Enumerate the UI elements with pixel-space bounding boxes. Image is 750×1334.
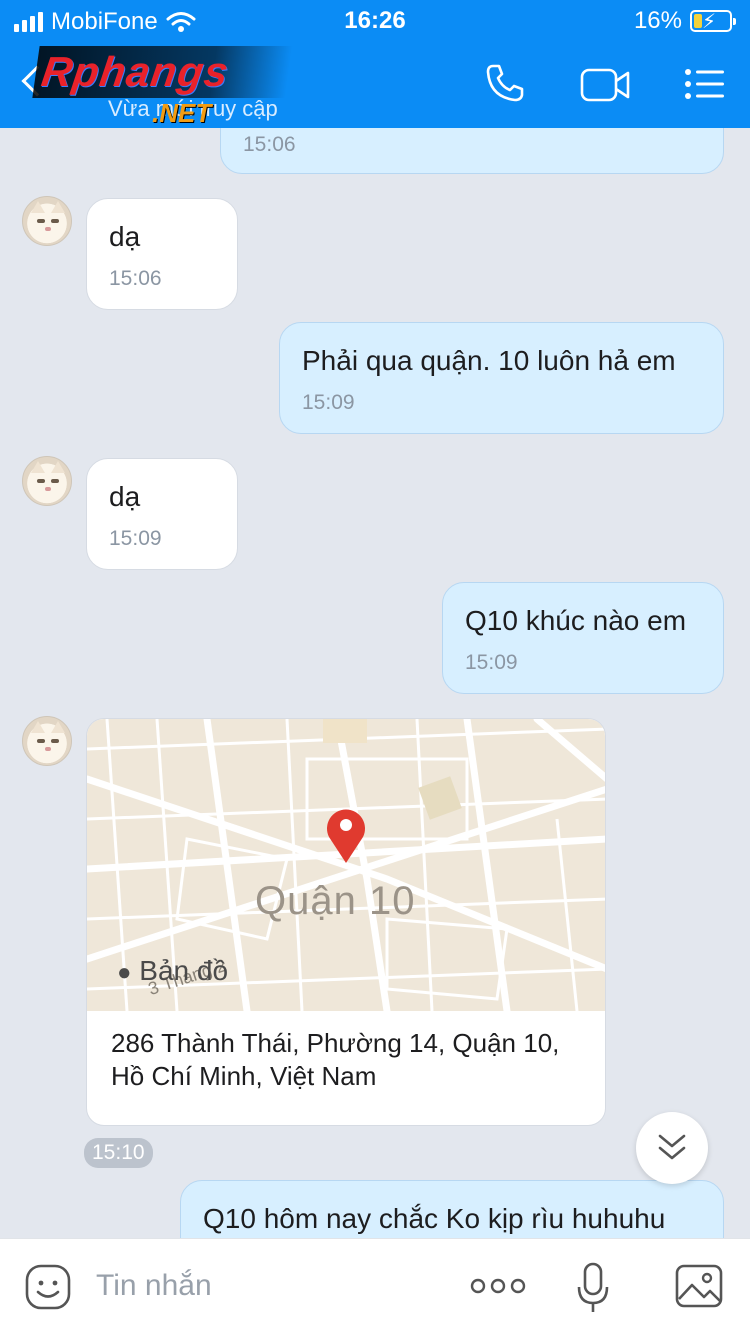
double-chevron-down-icon: [658, 1134, 686, 1160]
status-right: 16% ⚡: [633, 7, 736, 35]
battery-percent: 16%: [633, 7, 682, 34]
menu-list-icon[interactable]: [684, 68, 726, 100]
message-time: 15:06: [109, 267, 162, 290]
scroll-to-bottom-button[interactable]: [636, 1112, 708, 1184]
composer-bar: Tin nhắn: [0, 1238, 750, 1334]
message-text: Phải qua quận. 10 luôn hả em: [302, 345, 676, 376]
message-time-badge: 15:10: [84, 1138, 153, 1168]
message-time: 15:09: [302, 391, 355, 414]
phone-icon[interactable]: [484, 62, 526, 104]
avatar[interactable]: [22, 716, 72, 766]
message-bubble-out[interactable]: Phải qua quận. 10 luôn hả em 15:09: [279, 322, 724, 434]
chat-header: MobiFone 16:26 16% ⚡ Rphangs Vừa mới tru…: [0, 0, 750, 128]
message-text: Q10 hôm nay chắc Ko kịp rìu huhuhu: [203, 1203, 666, 1234]
message-input[interactable]: Tin nhắn: [96, 1269, 212, 1303]
logo-suffix: .NET: [152, 98, 212, 128]
image-icon[interactable]: [674, 1263, 724, 1314]
map-district-label: Quận 10: [255, 879, 416, 923]
location-pin-icon: [327, 809, 365, 863]
battery-icon: ⚡: [690, 10, 736, 33]
video-camera-icon[interactable]: [580, 66, 632, 104]
message-bubble-out[interactable]: Q10 khúc nào em 15:09: [442, 582, 724, 694]
status-bar: MobiFone 16:26 16% ⚡: [0, 0, 750, 40]
message-bubble-in[interactable]: dạ 15:06: [86, 198, 238, 310]
message-list[interactable]: 15:06 dạ 15:06 Phải qua quận. 10 luôn hả…: [0, 128, 750, 1238]
message-bubble-out[interactable]: Q10 hôm nay chắc Ko kịp rìu huhuhu: [180, 1180, 724, 1238]
location-card[interactable]: Quận 10 3 Tháng 2 ● Bản đồ 286 Thành Thá…: [86, 718, 606, 1126]
map-brand-text: Bản đồ: [139, 955, 229, 986]
message-bubble-in[interactable]: dạ 15:09: [86, 458, 238, 570]
microphone-icon[interactable]: [576, 1261, 610, 1320]
avatar[interactable]: [22, 456, 72, 506]
logo-text: Rphangs: [38, 48, 233, 95]
message-text: Q10 khúc nào em: [465, 605, 687, 636]
map-brand: ● Bản đồ: [117, 955, 228, 987]
message-text: dạ: [109, 221, 141, 252]
location-address: 286 Thành Thái, Phường 14, Quận 10, Hồ C…: [111, 1028, 560, 1091]
message-text: dạ: [109, 481, 141, 512]
apple-icon: ●: [117, 959, 132, 986]
avatar[interactable]: [22, 196, 72, 246]
message-time: 15:09: [109, 527, 162, 550]
more-icon[interactable]: [470, 1275, 526, 1302]
watermark-logo: Rphangs: [32, 46, 293, 98]
map-preview[interactable]: Quận 10 3 Tháng 2 ● Bản đồ: [87, 719, 605, 1011]
message-bubble-out[interactable]: 15:06: [220, 128, 724, 174]
message-time: 15:09: [465, 651, 518, 674]
sticker-icon[interactable]: [24, 1263, 72, 1316]
message-time: 15:06: [243, 133, 296, 156]
